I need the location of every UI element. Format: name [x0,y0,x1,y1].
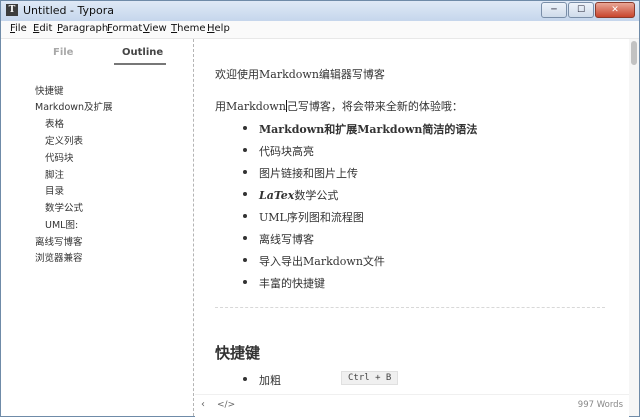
outline-item-table[interactable]: 表格 [45,116,64,130]
typora-window: T Untitled - Typora ─ ☐ ✕ File Edit Para… [0,0,640,417]
window-controls: ─ ☐ ✕ [540,2,635,18]
bullet-icon [243,170,247,174]
bullet-icon [243,126,247,130]
list-item-text: 加粗 [259,374,281,387]
editor-content[interactable]: 欢迎使用Markdown编辑器写博客 用Markdown己写博客，将会带来全新的… [195,39,629,394]
list-item-text: UML序列图和流程图 [259,211,364,224]
status-bar: ‹ </> 997 Words [195,394,629,417]
bullet-icon [243,377,247,381]
title-bar: T Untitled - Typora ─ ☐ ✕ [1,1,639,22]
outline-item-offline[interactable]: 离线写博客 [35,234,83,248]
bullet-icon [243,192,247,196]
outline-item-shortcuts[interactable]: 快捷键 [35,83,64,97]
list-item-text: 丰富的快捷键 [259,277,325,290]
horizontal-rule [215,307,605,308]
word-count[interactable]: 997 Words [578,400,623,410]
menu-bar: File Edit Paragraph Format View Theme He… [1,21,639,39]
source-code-icon[interactable]: </> [217,400,235,410]
minimize-icon[interactable]: ─ [541,2,567,18]
tab-file[interactable]: File [53,47,73,58]
list-item-text: 导入导出Markdown文件 [259,255,385,268]
lead-text-after: 己写博客，将会带来全新的体验哦： [286,100,463,113]
outline-item-toc[interactable]: 目录 [45,183,64,197]
inline-code: Ctrl + B [341,371,399,385]
outline-item-codeblock[interactable]: 代码块 [45,150,74,164]
bullet-icon [243,258,247,262]
list-item-text: 代码块高亮 [259,145,314,158]
menu-help[interactable]: Help [207,23,230,34]
window-title: Untitled - Typora [23,4,114,17]
outline-item-browser[interactable]: 浏览器兼容 [35,250,83,264]
bullet-icon [243,148,247,152]
bullet-icon [243,236,247,240]
lead-text-before: 用Markdown [215,100,286,113]
outline-item-uml[interactable]: UML图: [45,217,78,231]
list-item-text: Markdown和扩展Markdown简洁的语法 [259,123,478,136]
outline-item-math[interactable]: 数学公式 [45,200,83,214]
menu-theme[interactable]: Theme [171,23,206,34]
list-item-text: 离线写博客 [259,233,314,246]
scrollbar-track[interactable] [629,39,639,416]
menu-view[interactable]: View [143,23,167,34]
heading-shortcuts: 快捷键 [215,344,261,362]
list-item-text: LaTex数学公式 [259,187,338,203]
maximize-icon[interactable]: ☐ [568,2,594,18]
bullet-icon [243,280,247,284]
math-formula-text: 数学公式 [294,189,339,202]
menu-edit[interactable]: Edit [33,23,52,34]
menu-file[interactable]: File [10,23,27,34]
active-tab-indicator [114,63,166,65]
close-icon[interactable]: ✕ [595,2,635,18]
bullet-icon [243,214,247,218]
scrollbar-thumb[interactable] [631,41,637,65]
typora-app-icon: T [6,4,18,16]
outline-item-footnote[interactable]: 脚注 [45,167,64,181]
menu-paragraph[interactable]: Paragraph [57,23,108,34]
toggle-sidebar-icon[interactable]: ‹ [201,399,205,410]
tab-outline[interactable]: Outline [122,47,163,58]
sidebar: File Outline 快捷键 Markdown及扩展 表格 定义列表 代码块… [1,39,194,416]
outline-item-markdown[interactable]: Markdown及扩展 [35,99,113,113]
lead-paragraph: 用Markdown己写博客，将会带来全新的体验哦： [215,98,463,114]
menu-format[interactable]: Format [107,23,142,34]
outline-item-definition[interactable]: 定义列表 [45,133,83,147]
latex-text: LaTex [259,189,295,202]
intro-paragraph: 欢迎使用Markdown编辑器写博客 [215,68,385,81]
list-item-text: 图片链接和图片上传 [259,167,358,180]
